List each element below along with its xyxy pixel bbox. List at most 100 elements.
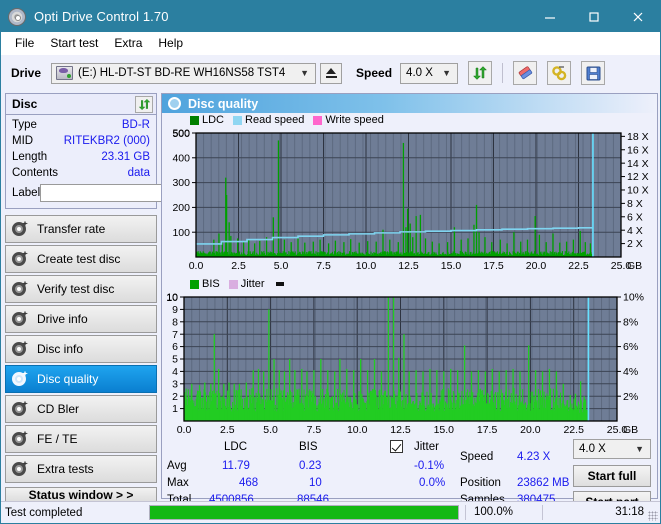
- svg-text:10: 10: [166, 292, 178, 304]
- drive-icon: [56, 66, 74, 80]
- refresh-button[interactable]: [468, 61, 493, 85]
- sidebar-item-label: Extra tests: [37, 462, 94, 476]
- sidebar-item-label: Drive info: [37, 312, 88, 326]
- disc-test-icon: [12, 340, 28, 357]
- stats-jitter-max: 0.0%: [419, 477, 446, 489]
- sidebar-item-verify-test-disc[interactable]: Verify test disc: [5, 275, 157, 303]
- svg-text:14 X: 14 X: [627, 158, 649, 170]
- svg-text:5.0: 5.0: [274, 260, 289, 272]
- svg-text:5: 5: [172, 354, 178, 366]
- disc-test-icon: [12, 310, 28, 327]
- sidebar-item-cd-bler[interactable]: CD Bler: [5, 395, 157, 423]
- stats-position-label: Position: [460, 477, 501, 489]
- legend-swatch-write-speed: [313, 115, 323, 125]
- refresh-icon: [138, 98, 150, 110]
- svg-text:9: 9: [172, 304, 178, 316]
- maximize-button[interactable]: [572, 1, 616, 32]
- stats-header-jitter: Jitter: [414, 441, 439, 453]
- sidebar-item-fe-te[interactable]: FE / TE: [5, 425, 157, 453]
- svg-text:4%: 4%: [623, 366, 638, 378]
- svg-text:6%: 6%: [623, 341, 638, 353]
- disc-contents-label: Contents: [12, 167, 59, 179]
- stats-panel: LDC BIS Jitter Avg 11.79 0.23 -0.1% Max …: [162, 439, 657, 513]
- bis-chart: BIS Jitter 1 2 3 4 5 6 7 8 9 10 10 2% 4% 6% 8% 10% 0.0 2.…: [162, 277, 657, 439]
- menu-extra[interactable]: Extra: [106, 34, 150, 52]
- stats-header-ldc: LDC: [224, 441, 248, 453]
- page-title: Disc quality: [188, 96, 259, 111]
- minimize-button[interactable]: [528, 1, 572, 32]
- disc-test-icon: [12, 250, 28, 267]
- eject-button[interactable]: [320, 62, 343, 84]
- svg-text:22.5: 22.5: [568, 260, 589, 272]
- disc-length-value: 23.31 GB: [101, 151, 150, 163]
- disc-info-panel: Disc Type BD-R MID RITEKBR2 (000) Length…: [5, 93, 244, 209]
- settings-button[interactable]: [547, 61, 572, 85]
- disc-properties: Type BD-R MID RITEKBR2 (000) Length 23.3…: [6, 115, 244, 208]
- disc-label-label: Label: [12, 187, 41, 199]
- menu-file[interactable]: File: [7, 34, 42, 52]
- sidebar-item-transfer-rate[interactable]: Transfer rate: [5, 215, 157, 243]
- disc-mid-value: RITEKBR2 (000): [63, 135, 150, 147]
- svg-text:17.5: 17.5: [483, 260, 504, 272]
- legend-label-jitter: Jitter: [240, 278, 265, 290]
- save-button[interactable]: [581, 61, 606, 85]
- svg-text:2%: 2%: [623, 391, 638, 403]
- plug-icon: [551, 65, 566, 80]
- close-button[interactable]: [616, 1, 660, 32]
- menu-start-test[interactable]: Start test: [42, 34, 106, 52]
- legend-label-write-speed: Write speed: [325, 114, 384, 126]
- erase-button[interactable]: [513, 61, 538, 85]
- jitter-checkbox[interactable]: [390, 440, 403, 453]
- stats-row-max-label: Max: [167, 477, 189, 489]
- disc-refresh-button[interactable]: [135, 95, 153, 113]
- svg-text:8%: 8%: [623, 316, 638, 328]
- speed-label: Speed: [356, 66, 393, 80]
- stats-speed-label: Speed: [460, 451, 494, 463]
- disc-row-length: Length 23.31 GB: [12, 149, 150, 165]
- drive-label: Drive: [11, 66, 42, 80]
- main-panel-header: Disc quality: [162, 94, 657, 113]
- stats-position-value: 23862 MB: [517, 477, 570, 489]
- start-full-button[interactable]: Start full: [573, 465, 651, 487]
- legend-label-bis: BIS: [202, 278, 220, 290]
- test-speed-select[interactable]: 4.0 X ▼: [573, 439, 651, 459]
- disc-test-icon: [12, 370, 28, 387]
- svg-text:8: 8: [172, 316, 178, 328]
- svg-text:2: 2: [172, 391, 178, 403]
- charts-area: LDC Read speed Write speed 100 200 300 400 5…: [162, 113, 657, 439]
- svg-text:4 X: 4 X: [627, 225, 643, 237]
- svg-text:500: 500: [172, 128, 190, 140]
- svg-text:GB: GB: [623, 424, 638, 436]
- sidebar-item-label: Transfer rate: [37, 222, 106, 236]
- svg-text:3: 3: [172, 378, 178, 390]
- stats-bis-avg: 0.23: [299, 460, 322, 472]
- svg-text:1: 1: [172, 403, 178, 415]
- disc-contents-value: data: [127, 167, 150, 179]
- sidebar-item-label: Disc quality: [37, 372, 99, 386]
- svg-text:6: 6: [172, 341, 178, 353]
- legend-swatch-ldc: [190, 115, 199, 125]
- legend-label-read-speed: Read speed: [245, 114, 305, 126]
- stats-speed-value: 4.23 X: [517, 451, 551, 463]
- sidebar-item-disc-quality[interactable]: Disc quality: [5, 365, 157, 393]
- disc-row-type: Type BD-R: [12, 117, 150, 133]
- sidebar-item-extra-tests[interactable]: Extra tests: [5, 455, 157, 483]
- content-area: Disc Type BD-R MID RITEKBR2 (000) Length…: [1, 91, 660, 513]
- speed-select[interactable]: 4.0 X ▼: [400, 62, 459, 84]
- svg-text:6 X: 6 X: [627, 211, 643, 223]
- sidebar-item-disc-info[interactable]: Disc info: [5, 335, 157, 363]
- resize-grip-icon[interactable]: [648, 511, 658, 521]
- menu-help[interactable]: Help: [150, 34, 191, 52]
- disc-test-icon: [12, 280, 28, 297]
- svg-text:4: 4: [172, 366, 178, 378]
- sidebar-item-label: Verify test disc: [37, 282, 115, 296]
- legend-swatch-read-speed: [233, 115, 243, 125]
- window-controls: [528, 1, 660, 32]
- drive-select[interactable]: (E:) HL-DT-ST BD-RE WH16NS58 TST4 ▼: [51, 62, 317, 84]
- svg-text:15.0: 15.0: [434, 424, 455, 436]
- sidebar-item-create-test-disc[interactable]: Create test disc: [5, 245, 157, 273]
- svg-text:2.5: 2.5: [231, 260, 246, 272]
- chevron-down-icon: ▼: [442, 68, 452, 78]
- menu-bar: File Start test Extra Help: [1, 32, 660, 54]
- sidebar-item-drive-info[interactable]: Drive info: [5, 305, 157, 333]
